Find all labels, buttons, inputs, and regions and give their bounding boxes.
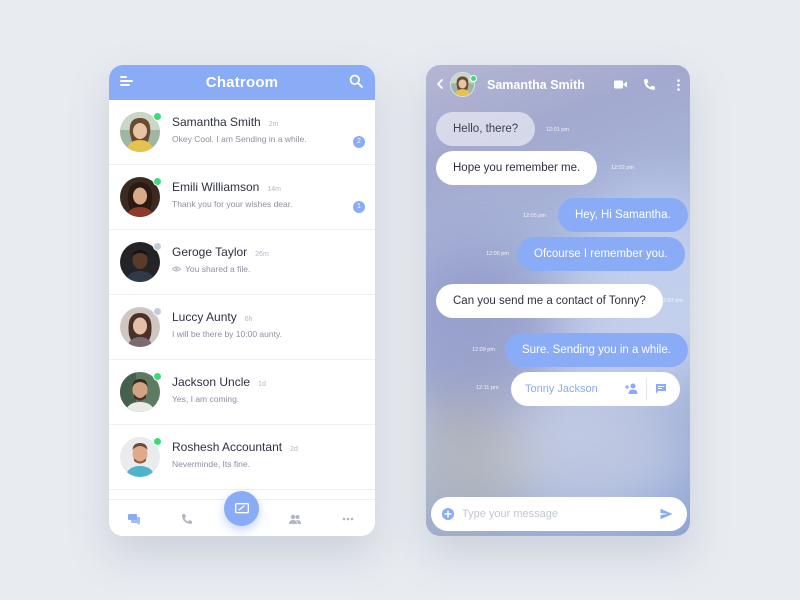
online-status-dot <box>153 112 162 121</box>
conversation-contact-name[interactable]: Samantha Smith <box>487 78 585 92</box>
message-icon[interactable] <box>655 383 667 395</box>
add-contact-icon[interactable] <box>625 383 638 394</box>
chatroom-screen: Chatroom Samantha Smith 2m Okey Cool. I … <box>109 65 375 536</box>
message-time: 12:01 pm <box>546 127 569 133</box>
bottom-nav <box>109 491 375 536</box>
online-status-dot <box>153 177 162 186</box>
contact-time: 2m <box>268 121 279 128</box>
send-icon[interactable] <box>660 508 673 520</box>
message-input[interactable] <box>462 505 652 523</box>
contact-name: Emili Williamson <box>172 180 260 194</box>
unread-badge: 2 <box>353 136 365 148</box>
search-icon[interactable] <box>349 74 363 88</box>
call-icon[interactable] <box>181 513 193 525</box>
divider <box>646 378 647 400</box>
conversation-header: Samantha Smith <box>426 65 690 105</box>
more-icon[interactable] <box>342 513 354 525</box>
contact-name: Samantha Smith <box>172 115 261 129</box>
video-call-icon[interactable] <box>614 80 627 89</box>
contact-row-emili-williamson[interactable]: Emili Williamson 14m Thank you for your … <box>109 165 375 230</box>
attach-plus-icon[interactable] <box>442 508 454 520</box>
contact-last-message: I will be there by 10:00 aunty. <box>172 329 282 339</box>
chats-icon[interactable] <box>128 513 140 525</box>
shared-contact-name[interactable]: Tonny Jackson <box>525 383 598 395</box>
contact-time: 26m <box>255 251 269 258</box>
contact-last-message: Yes, I am coming. <box>172 394 240 404</box>
contact-row-jackson-uncle[interactable]: Jackson Uncle 1d Yes, I am coming. <box>109 360 375 425</box>
message-composer <box>431 497 687 531</box>
online-status-dot <box>470 75 477 82</box>
message-bubble-incoming[interactable]: Can you send me a contact of Tonny? <box>436 284 663 318</box>
eye-icon <box>172 266 181 272</box>
message-time: 12:05 pm <box>486 251 509 257</box>
contact-last-message: You shared a file. <box>185 264 251 274</box>
chatroom-header: Chatroom <box>109 65 375 100</box>
message-time: 12:02 pm <box>611 165 634 171</box>
phone-call-icon[interactable] <box>643 78 656 91</box>
unread-badge: 1 <box>353 201 365 213</box>
contact-list: Samantha Smith 2m Okey Cool. I am Sendin… <box>109 100 375 490</box>
back-icon[interactable] <box>436 79 444 89</box>
new-chat-button[interactable] <box>224 491 259 526</box>
message-time: 12:07 pm <box>660 298 683 304</box>
contact-row-luccy-aunty[interactable]: Luccy Aunty 6h I will be there by 10:00 … <box>109 295 375 360</box>
contacts-icon[interactable] <box>289 513 301 525</box>
contact-name: Jackson Uncle <box>172 375 251 389</box>
contact-last-message: Neverminde, Its fine. <box>172 459 250 469</box>
offline-status-dot <box>153 242 162 251</box>
contact-row-roshesh-accountant[interactable]: Roshesh Accountant 2d Neverminde, Its fi… <box>109 425 375 490</box>
message-bubble-incoming[interactable]: Hello, there? <box>436 112 536 146</box>
contact-time: 1d <box>258 381 266 388</box>
online-status-dot <box>153 437 162 446</box>
contact-last-message: Thank you for your wishes dear. <box>172 199 293 209</box>
page-title: Chatroom <box>205 74 279 91</box>
contact-last-message: Okey Cool. I am Sending in a while. <box>172 134 307 144</box>
menu-icon[interactable] <box>120 76 133 86</box>
contact-name: Roshesh Accountant <box>172 440 283 454</box>
contact-row-geroge-taylor[interactable]: Geroge Taylor 26m You shared a file. <box>109 230 375 295</box>
message-time: 12:09 pm <box>472 347 495 353</box>
message-time: 12:11 pm <box>476 385 499 391</box>
new-chat-icon <box>234 502 249 513</box>
message-bubble-outgoing[interactable]: Ofcourse I remember you. <box>517 237 685 271</box>
conversation-screen: Samantha Smith Hello, there? 12:01 pm Ho… <box>426 65 690 536</box>
message-time: 12:05 pm <box>523 213 546 219</box>
message-bubble-outgoing[interactable]: Hey, Hi Samantha. <box>558 198 688 232</box>
message-bubble-incoming[interactable]: Hope you remember me. <box>436 151 598 185</box>
message-bubble-outgoing[interactable]: Sure. Sending you in a while. <box>505 333 688 367</box>
online-status-dot <box>153 372 162 381</box>
shared-contact-card[interactable]: Tonny Jackson <box>511 372 680 406</box>
contact-time: 14m <box>267 186 281 193</box>
contact-time: 6h <box>244 316 253 323</box>
contact-row-samantha-smith[interactable]: Samantha Smith 2m Okey Cool. I am Sendin… <box>109 100 375 165</box>
contact-name: Luccy Aunty <box>172 310 237 324</box>
more-options-icon[interactable] <box>677 79 680 91</box>
contact-time: 2d <box>290 446 298 453</box>
offline-status-dot <box>153 307 162 316</box>
contact-name: Geroge Taylor <box>172 245 248 259</box>
